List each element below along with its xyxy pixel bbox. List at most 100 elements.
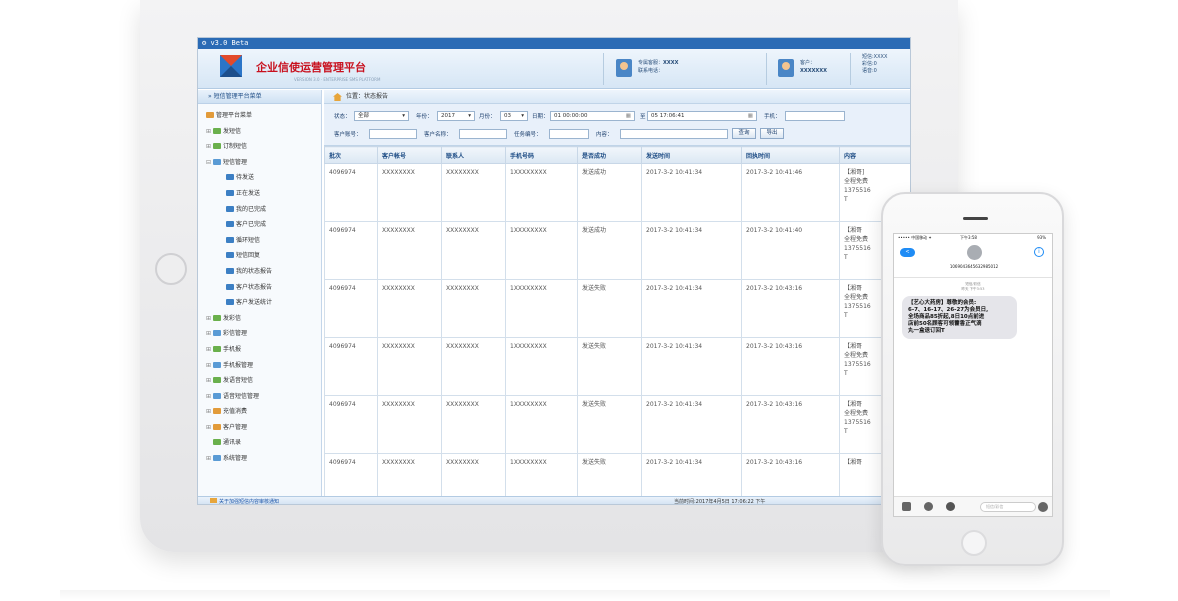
expand-icon[interactable]: ⊞ bbox=[206, 373, 213, 389]
sidebar-item[interactable]: ⊞ 客户管理 bbox=[206, 420, 321, 436]
expand-icon[interactable]: ⊞ bbox=[206, 342, 213, 358]
sidebar-item[interactable]: ⊞ 彩信管理 bbox=[206, 326, 321, 342]
table-cell: 发送失败 bbox=[577, 279, 642, 338]
message-input[interactable]: 短信/彩信 bbox=[980, 502, 1036, 512]
status-select[interactable]: 全部 ▾ bbox=[354, 111, 409, 121]
expand-icon[interactable]: ⊞ bbox=[206, 139, 213, 155]
camera-icon[interactable] bbox=[902, 502, 911, 511]
sidebar-root-label: 管理平台菜单 bbox=[216, 112, 253, 119]
sidebar-item[interactable]: ⊞ 发语音短信 bbox=[206, 373, 321, 389]
table-header-row: 批次 客户帐号 联系人 手机号码 是否成功 发送时间 回执时间 内容 bbox=[324, 146, 910, 164]
content-input[interactable] bbox=[620, 129, 728, 139]
sidebar: » 短信管理平台菜单 管理平台菜单 ⊞ 发短信 ⊞ 订制短信 ⊟ 短信管理 待发送 正在发送我… bbox=[198, 90, 322, 496]
calendar-icon[interactable]: ▦ bbox=[626, 112, 631, 120]
sidebar-item[interactable]: ⊞ 系统管理 bbox=[206, 451, 321, 467]
customer-name-input[interactable] bbox=[459, 129, 507, 139]
table-body: 4096974 XXXXXXXX XXXXXXXX 1XXXXXXXX 发送成功 2017… bbox=[324, 163, 910, 504]
table-cell: 4096974 bbox=[324, 337, 378, 396]
tablet-home-button bbox=[155, 253, 187, 285]
year-select[interactable]: 2017 ▾ bbox=[437, 111, 475, 121]
sidebar-item[interactable]: 我的已完成 bbox=[206, 202, 321, 218]
expand-icon[interactable]: ⊞ bbox=[206, 311, 213, 327]
expand-icon[interactable]: ⊞ bbox=[206, 326, 213, 342]
table-row[interactable]: 4096974 XXXXXXXX XXXXXXXX 1XXXXXXXX 发送失败 2017… bbox=[324, 279, 910, 338]
sidebar-item-label: 通讯录 bbox=[223, 439, 242, 447]
page-icon bbox=[226, 174, 234, 181]
send-button[interactable] bbox=[1038, 502, 1048, 512]
collapse-icon[interactable]: ⊟ bbox=[206, 155, 213, 171]
phone-home-button[interactable] bbox=[961, 530, 987, 556]
table-row[interactable]: 4096974 XXXXXXXX XXXXXXXX 1XXXXXXXX 发送失败 2017… bbox=[324, 395, 910, 454]
sidebar-item[interactable]: 通讯录 bbox=[206, 435, 321, 451]
sidebar-item[interactable]: 循环短信 bbox=[206, 233, 321, 249]
table-cell: XXXXXXXX bbox=[441, 337, 506, 396]
client-avatar-icon bbox=[778, 59, 794, 77]
notice-link-text: 关于加强短信内容审核通知 bbox=[219, 499, 280, 505]
task-input[interactable] bbox=[549, 129, 589, 139]
product-showcase: ⚙ v3.0 Beta 企业信使运营管理平台 VERSION 3.0 · ENT… bbox=[0, 0, 1178, 601]
sidebar-item[interactable]: 客户已完成 bbox=[206, 217, 321, 233]
year-value: 2017 bbox=[441, 113, 455, 119]
account-label: 客户账号： bbox=[334, 132, 362, 138]
calendar-icon[interactable]: ▦ bbox=[748, 112, 753, 120]
table-row[interactable]: 4096974 XXXXXXXX XXXXXXXX 1XXXXXXXX 发送成功 2017… bbox=[324, 163, 910, 222]
sidebar-item[interactable]: 客户发送统计 bbox=[206, 295, 321, 311]
sidebar-item[interactable]: ⊞ 语音短信管理 bbox=[206, 389, 321, 405]
month-select[interactable]: 03 ▾ bbox=[500, 111, 528, 121]
sidebar-item[interactable]: ⊞ 订制短信 bbox=[206, 139, 321, 155]
sidebar-item-label: 彩信管理 bbox=[223, 330, 248, 338]
table-row[interactable]: 4096974 XXXXXXXX XXXXXXXX 1XXXXXXXX 发送成功 2017… bbox=[324, 221, 910, 280]
sidebar-root[interactable]: 管理平台菜单 bbox=[206, 108, 321, 124]
sidebar-item[interactable]: ⊞ 充值消费 bbox=[206, 404, 321, 420]
column-header: 发送时间 bbox=[641, 146, 742, 164]
service-value: XXXX bbox=[663, 60, 679, 66]
info-icon[interactable]: i bbox=[1034, 247, 1044, 257]
content-label: 内容： bbox=[596, 132, 613, 138]
table-cell: 4096974 bbox=[324, 221, 378, 280]
main-panel: 位置：状态报告 状态： 全部 ▾ 年份： 2017 ▾ 月份： 03 ▾ 日期： 01… bbox=[324, 90, 910, 504]
table-row[interactable]: 4096974 XXXXXXXX XXXXXXXX 1XXXXXXXX 发送失败 2017… bbox=[324, 337, 910, 396]
search-button[interactable]: 查询 bbox=[732, 128, 756, 139]
date-from-field[interactable]: 01 00:00:00 ▦ bbox=[550, 111, 635, 121]
header-divider bbox=[603, 53, 604, 85]
sidebar-item[interactable]: 正在发送 bbox=[206, 186, 321, 202]
notice-link[interactable]: 关于加强短信内容审核通知 bbox=[210, 497, 280, 505]
brand-logo-icon bbox=[220, 55, 242, 77]
sidebar-item-label: 充值消费 bbox=[223, 408, 248, 416]
sidebar-item[interactable]: 客户状态报告 bbox=[206, 280, 321, 296]
folder-icon bbox=[213, 455, 221, 462]
sidebar-item[interactable]: 我的状态报告 bbox=[206, 264, 321, 280]
sidebar-item[interactable]: ⊟ 短信管理 bbox=[206, 155, 321, 171]
sidebar-item[interactable]: ⊞ 手机报 bbox=[206, 342, 321, 358]
phone-clock: 下午3:58 bbox=[960, 235, 977, 240]
expand-icon[interactable]: ⊞ bbox=[206, 404, 213, 420]
app-store-icon[interactable] bbox=[946, 502, 955, 511]
export-button[interactable]: 导出 bbox=[760, 128, 784, 139]
expand-icon[interactable]: ⊞ bbox=[206, 420, 213, 436]
table-cell: 2017-3-2 10:43:16 bbox=[741, 279, 840, 338]
folder-icon bbox=[213, 408, 221, 415]
sidebar-item[interactable]: ⊞ 发短信 bbox=[206, 124, 321, 140]
table-cell: XXXXXXXX bbox=[377, 279, 442, 338]
expand-icon[interactable]: ⊞ bbox=[206, 358, 213, 374]
sidebar-item[interactable]: 待发送 bbox=[206, 170, 321, 186]
heart-icon[interactable] bbox=[924, 502, 933, 511]
page-icon bbox=[226, 299, 234, 306]
expand-icon[interactable]: ⊞ bbox=[206, 124, 213, 140]
sidebar-item[interactable]: 短信回复 bbox=[206, 248, 321, 264]
mobile-input[interactable] bbox=[785, 111, 845, 121]
date-to-field[interactable]: 05 17:06:41 ▦ bbox=[647, 111, 757, 121]
expand-icon[interactable]: ⊞ bbox=[206, 451, 213, 467]
mail-icon bbox=[210, 498, 217, 503]
brand-subtitle: VERSION 3.0 · ENTERPRISE SMS PLATFORM bbox=[294, 77, 381, 82]
account-input[interactable] bbox=[369, 129, 417, 139]
date-from-value: 01 00:00:00 bbox=[554, 113, 588, 119]
table-cell: XXXXXXXX bbox=[441, 279, 506, 338]
back-button[interactable]: < bbox=[900, 248, 915, 257]
sidebar-item[interactable]: ⊞ 手机报管理 bbox=[206, 358, 321, 374]
sidebar-item[interactable]: ⊞ 发彩信 bbox=[206, 311, 321, 327]
report-table: 批次 客户帐号 联系人 手机号码 是否成功 发送时间 回执时间 内容 4096974 XXXXX… bbox=[324, 146, 910, 504]
expand-icon[interactable]: ⊞ bbox=[206, 389, 213, 405]
table-cell: 1XXXXXXXX bbox=[505, 163, 578, 222]
header-divider bbox=[766, 53, 767, 85]
